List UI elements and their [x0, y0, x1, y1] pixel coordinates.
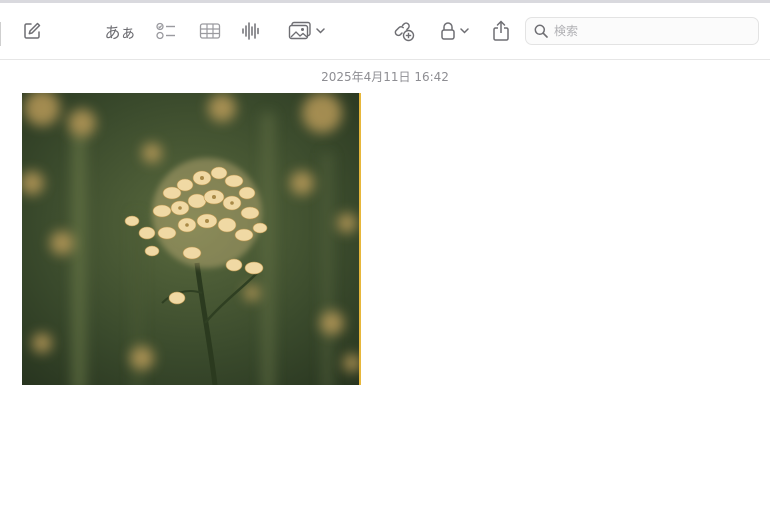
collaborate-button[interactable] — [392, 17, 416, 45]
collaborate-icon — [394, 22, 415, 42]
record-audio-button[interactable] — [240, 17, 262, 45]
photo-icon — [288, 21, 311, 40]
chevron-down-icon — [459, 28, 469, 34]
checklist-button[interactable] — [154, 17, 178, 45]
chevron-down-icon — [315, 28, 325, 34]
format-button[interactable]: あぁ — [104, 17, 136, 45]
share-button[interactable] — [490, 17, 512, 45]
table-button[interactable] — [198, 17, 222, 45]
waveform-icon — [242, 22, 259, 40]
table-icon — [199, 23, 221, 39]
lock-button[interactable] — [437, 17, 471, 45]
compose-icon — [24, 22, 41, 39]
flower-photo — [22, 93, 359, 385]
toolbar: あぁ — [0, 3, 770, 60]
new-note-button[interactable] — [20, 17, 44, 45]
search-icon — [534, 24, 548, 38]
checklist-icon — [156, 22, 175, 40]
media-button[interactable] — [285, 17, 327, 45]
search-input[interactable] — [554, 24, 744, 38]
toolbar-divider — [0, 22, 1, 46]
photo-attachment[interactable] — [22, 93, 361, 385]
share-icon — [493, 20, 509, 41]
search-field[interactable] — [525, 17, 759, 45]
format-label: あぁ — [104, 23, 136, 42]
lock-icon — [440, 22, 455, 40]
notes-window: あぁ 検索 2025年4月11日 16:42 — [0, 0, 770, 524]
note-timestamp: 2025年4月11日 16:42 — [321, 70, 449, 84]
